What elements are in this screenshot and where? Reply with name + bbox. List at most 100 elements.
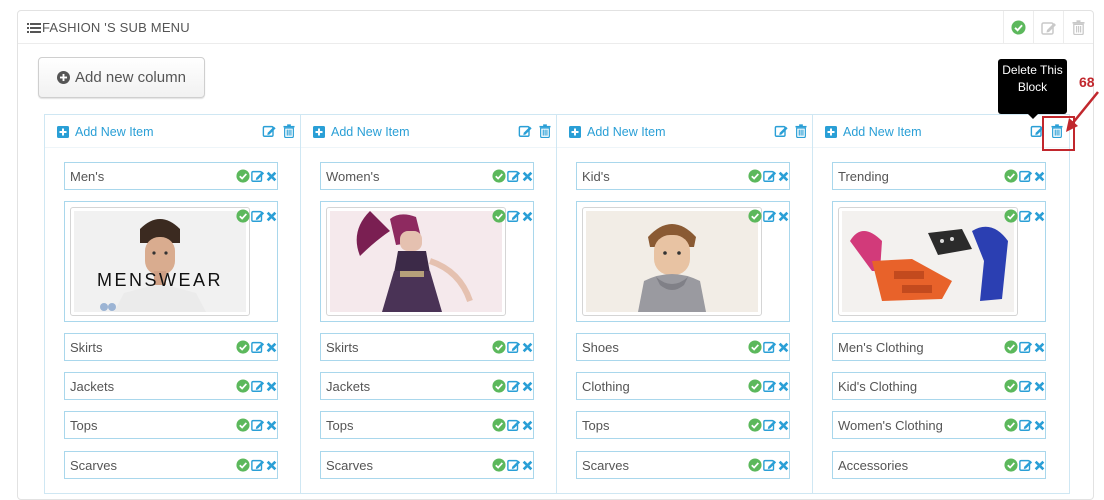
check-icon[interactable]	[1004, 379, 1018, 393]
close-icon[interactable]	[522, 342, 533, 353]
edit-icon[interactable]	[251, 458, 265, 472]
check-icon[interactable]	[748, 379, 762, 393]
edit-icon[interactable]	[1019, 209, 1033, 223]
check-icon[interactable]	[236, 458, 250, 472]
edit-icon[interactable]	[251, 379, 265, 393]
check-icon[interactable]	[748, 209, 762, 223]
close-icon[interactable]	[266, 460, 277, 471]
menu-item[interactable]: Jackets	[320, 372, 534, 400]
close-icon[interactable]	[522, 171, 533, 182]
check-icon[interactable]	[236, 340, 250, 354]
menu-item[interactable]: Kid's	[576, 162, 790, 190]
check-icon[interactable]	[748, 169, 762, 183]
check-icon[interactable]	[1004, 169, 1018, 183]
menu-item[interactable]: Tops	[320, 411, 534, 439]
edit-icon[interactable]	[507, 458, 521, 472]
edit-icon[interactable]	[251, 418, 265, 432]
close-icon[interactable]	[266, 342, 277, 353]
menu-item[interactable]: Shoes	[576, 333, 790, 361]
image-item[interactable]: MENSWEAR	[64, 201, 278, 322]
edit-icon[interactable]	[1019, 379, 1033, 393]
menu-item[interactable]: Tops	[576, 411, 790, 439]
edit-icon[interactable]	[507, 209, 521, 223]
check-icon[interactable]	[236, 418, 250, 432]
trash-icon[interactable]	[795, 124, 807, 138]
close-icon[interactable]	[778, 460, 789, 471]
check-icon[interactable]	[748, 418, 762, 432]
trash-icon[interactable]	[283, 124, 295, 138]
edit-icon[interactable]	[1019, 418, 1033, 432]
check-icon[interactable]	[236, 169, 250, 183]
edit-icon[interactable]	[251, 169, 265, 183]
close-icon[interactable]	[266, 381, 277, 392]
check-icon[interactable]	[492, 379, 506, 393]
close-icon[interactable]	[1034, 171, 1045, 182]
edit-icon[interactable]	[518, 124, 533, 138]
menu-item[interactable]: Skirts	[320, 333, 534, 361]
close-icon[interactable]	[778, 381, 789, 392]
edit-icon[interactable]	[507, 418, 521, 432]
close-icon[interactable]	[778, 211, 789, 222]
menu-item[interactable]: Women's Clothing	[832, 411, 1046, 439]
menu-item[interactable]: Tops	[64, 411, 278, 439]
close-icon[interactable]	[522, 381, 533, 392]
close-icon[interactable]	[522, 460, 533, 471]
edit-icon[interactable]	[774, 124, 789, 138]
close-icon[interactable]	[778, 420, 789, 431]
check-icon[interactable]	[748, 340, 762, 354]
add-new-item-button[interactable]: Add New Item	[569, 125, 666, 139]
close-icon[interactable]	[266, 211, 277, 222]
menu-item[interactable]: Jackets	[64, 372, 278, 400]
check-icon[interactable]	[236, 379, 250, 393]
close-icon[interactable]	[266, 171, 277, 182]
image-item[interactable]	[320, 201, 534, 322]
check-icon[interactable]	[492, 169, 506, 183]
edit-icon[interactable]	[251, 209, 265, 223]
menu-item[interactable]: Scarves	[320, 451, 534, 479]
edit-icon[interactable]	[251, 340, 265, 354]
add-new-item-button[interactable]: Add New Item	[57, 125, 154, 139]
edit-icon[interactable]	[763, 340, 777, 354]
edit-icon[interactable]	[763, 418, 777, 432]
edit-icon[interactable]	[763, 458, 777, 472]
check-icon[interactable]	[1004, 418, 1018, 432]
close-icon[interactable]	[778, 342, 789, 353]
check-icon[interactable]	[1004, 209, 1018, 223]
add-new-item-button[interactable]: Add New Item	[825, 125, 922, 139]
edit-icon[interactable]	[763, 379, 777, 393]
panel-delete-button[interactable]	[1063, 11, 1093, 44]
panel-edit-button[interactable]	[1033, 11, 1063, 44]
trash-icon[interactable]	[539, 124, 551, 138]
check-icon[interactable]	[492, 418, 506, 432]
close-icon[interactable]	[1034, 211, 1045, 222]
image-item[interactable]	[576, 201, 790, 322]
panel-enable-button[interactable]	[1003, 11, 1033, 44]
check-icon[interactable]	[236, 209, 250, 223]
edit-icon[interactable]	[1019, 169, 1033, 183]
close-icon[interactable]	[266, 420, 277, 431]
menu-item[interactable]: Clothing	[576, 372, 790, 400]
close-icon[interactable]	[778, 171, 789, 182]
close-icon[interactable]	[1034, 381, 1045, 392]
add-new-column-button[interactable]: Add new column	[38, 57, 205, 98]
menu-item[interactable]: Men's Clothing	[832, 333, 1046, 361]
edit-icon[interactable]	[262, 124, 277, 138]
close-icon[interactable]	[1034, 342, 1045, 353]
check-icon[interactable]	[1004, 340, 1018, 354]
close-icon[interactable]	[1034, 420, 1045, 431]
edit-icon[interactable]	[1019, 458, 1033, 472]
check-icon[interactable]	[1004, 458, 1018, 472]
close-icon[interactable]	[522, 211, 533, 222]
edit-icon[interactable]	[507, 340, 521, 354]
menu-item[interactable]: Trending	[832, 162, 1046, 190]
menu-item[interactable]: Skirts	[64, 333, 278, 361]
image-item[interactable]	[832, 201, 1046, 322]
menu-item[interactable]: Women's	[320, 162, 534, 190]
close-icon[interactable]	[1034, 460, 1045, 471]
check-icon[interactable]	[492, 209, 506, 223]
menu-item[interactable]: Kid's Clothing	[832, 372, 1046, 400]
edit-icon[interactable]	[763, 169, 777, 183]
menu-item[interactable]: Men's	[64, 162, 278, 190]
close-icon[interactable]	[522, 420, 533, 431]
edit-icon[interactable]	[507, 379, 521, 393]
